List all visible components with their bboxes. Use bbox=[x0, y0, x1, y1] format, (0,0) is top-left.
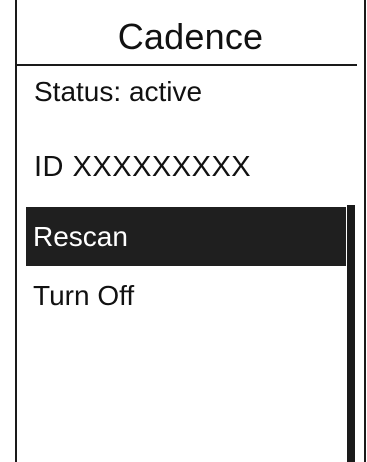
left-frame-border bbox=[15, 0, 17, 462]
right-frame-border bbox=[364, 0, 366, 462]
status-label: Status: active bbox=[34, 76, 203, 107]
menu-scrollbar[interactable] bbox=[347, 205, 355, 462]
device-id-label: ID XXXXXXXXX bbox=[34, 151, 252, 183]
options-menu: Rescan Turn Off bbox=[26, 207, 346, 325]
cadence-sensor-screen: Cadence Status: active ID XXXXXXXXX Resc… bbox=[0, 0, 367, 462]
menu-item-turn-off[interactable]: Turn Off bbox=[26, 266, 346, 325]
title-divider bbox=[17, 64, 357, 66]
menu-item-rescan[interactable]: Rescan bbox=[26, 207, 346, 266]
page-title: Cadence bbox=[117, 16, 264, 57]
